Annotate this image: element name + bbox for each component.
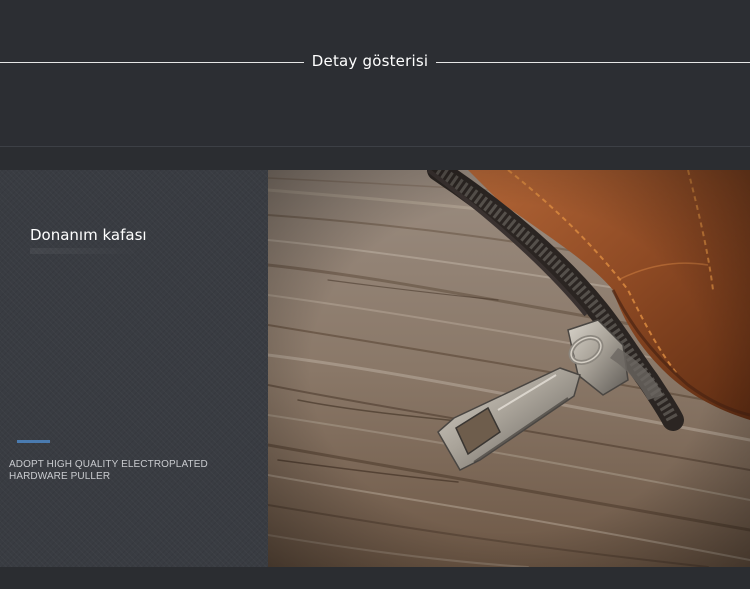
feature-description-line-1: ADOPT HIGH QUALITY ELECTROPLATED [9, 459, 208, 470]
header-divider-left [0, 62, 304, 63]
section-title: Detay gösterisi [311, 52, 429, 70]
title-underline-glow [30, 248, 140, 254]
accent-bar [17, 440, 50, 443]
feature-description: ADOPT HIGH QUALITY ELECTROPLATED HARDWAR… [9, 459, 259, 483]
header-divider-right [436, 62, 750, 63]
feature-panel: Donanım kafası ADOPT HIGH QUALITY ELECTR… [0, 170, 268, 567]
wallet-zipper-photo-icon [268, 170, 750, 567]
footer-band [0, 567, 750, 589]
spacer-band [0, 147, 750, 170]
section-header: Detay gösterisi [0, 0, 750, 146]
feature-title: Donanım kafası [30, 226, 147, 244]
feature-description-line-2: HARDWARE PULLER [9, 471, 111, 482]
product-photo [268, 170, 750, 567]
